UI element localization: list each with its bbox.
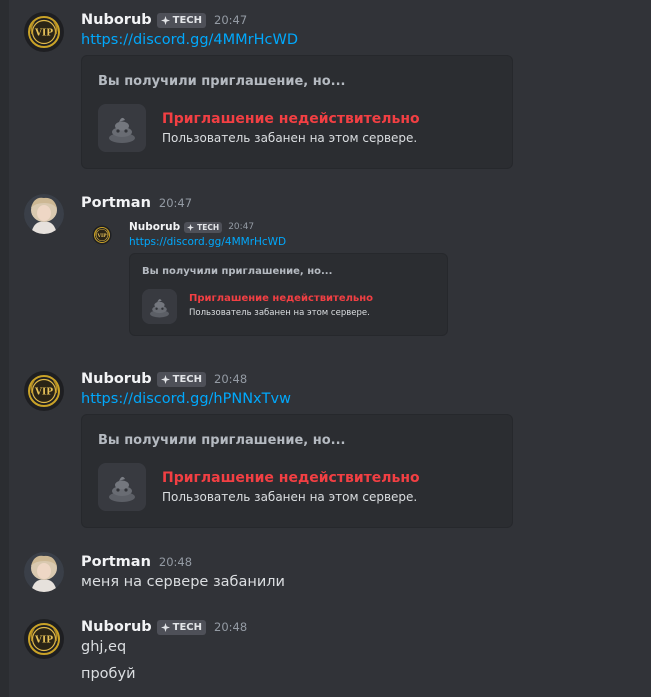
tag-sparkle-icon — [161, 623, 170, 632]
invalid-invite-title: Приглашение недействительно — [189, 293, 374, 304]
server-tag[interactable]: TECH — [156, 12, 207, 28]
timestamp: 20:48 — [214, 372, 248, 386]
server-tag[interactable]: TECH — [156, 619, 207, 635]
embed-title: Вы получили приглашение, но... — [142, 266, 333, 277]
server-tag[interactable]: TECH — [184, 221, 223, 233]
invite-link[interactable]: https://discord.gg/4MMrHcWD — [81, 32, 298, 48]
poop-icon — [98, 463, 146, 511]
message-text: меня на сервере забанили — [81, 574, 285, 590]
vip-badge-icon[interactable] — [92, 225, 112, 245]
author-name[interactable]: Nuborub — [81, 619, 152, 635]
forwarded-author-name[interactable]: Nuborub — [129, 221, 180, 233]
author-name[interactable]: Nuborub — [81, 12, 152, 28]
tag-sparkle-icon — [161, 16, 170, 25]
author-name[interactable]: Portman — [81, 554, 151, 570]
user-photo-icon[interactable] — [24, 194, 64, 234]
vip-badge-icon[interactable] — [24, 619, 64, 659]
invite-embed: Вы получили приглашение, но... Приглашен… — [81, 55, 513, 169]
timestamp: 20:48 — [214, 620, 248, 634]
author-name[interactable]: Portman — [81, 195, 151, 211]
invite-embed: Вы получили приглашение, но... Приглашен… — [81, 414, 513, 528]
message-text: ghj,eq — [81, 639, 127, 655]
message-text: пробуй — [81, 666, 136, 682]
server-tag[interactable]: TECH — [156, 371, 207, 387]
timestamp: 20:47 — [214, 13, 248, 27]
embed-title: Вы получили приглашение, но... — [98, 74, 346, 89]
timestamp: 20:47 — [228, 222, 255, 232]
invite-link[interactable]: https://discord.gg/hPNNxTvw — [81, 391, 291, 407]
invite-link[interactable]: https://discord.gg/4MMrHcWD — [129, 236, 286, 248]
scrollbar[interactable] — [0, 0, 9, 697]
invalid-invite-subtitle: Пользователь забанен на этом сервере. — [189, 308, 370, 318]
vip-badge-icon[interactable] — [24, 371, 64, 411]
embed-title: Вы получили приглашение, но... — [98, 433, 346, 448]
invite-embed: Вы получили приглашение, но... Приглашен… — [129, 253, 448, 336]
invalid-invite-subtitle: Пользователь забанен на этом сервере. — [162, 490, 418, 504]
tag-sparkle-icon — [161, 375, 170, 384]
invalid-invite-subtitle: Пользователь забанен на этом сервере. — [162, 131, 418, 145]
poop-icon — [142, 289, 177, 324]
vip-badge-icon[interactable] — [24, 12, 64, 52]
invalid-invite-title: Приглашение недействительно — [162, 111, 420, 127]
poop-icon — [98, 104, 146, 152]
tag-sparkle-icon — [187, 224, 194, 231]
invalid-invite-title: Приглашение недействительно — [162, 470, 420, 486]
timestamp: 20:47 — [158, 196, 193, 210]
user-photo-icon[interactable] — [24, 552, 64, 592]
author-name[interactable]: Nuborub — [81, 371, 152, 387]
timestamp: 20:48 — [158, 555, 193, 569]
